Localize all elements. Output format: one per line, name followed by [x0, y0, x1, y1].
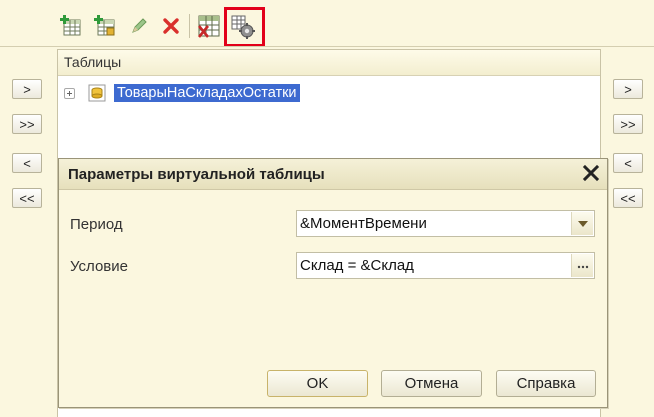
add-table-icon: [60, 15, 81, 36]
left-move-all-left-button[interactable]: <<: [12, 188, 42, 208]
cancel-button[interactable]: Отмена: [381, 370, 482, 397]
table-icon: [88, 84, 106, 102]
period-field[interactable]: &МоментВремени: [296, 210, 595, 237]
condition-field[interactable]: Склад = &Склад: [296, 252, 595, 279]
add-table-button[interactable]: [58, 12, 84, 40]
expand-plus-icon[interactable]: [64, 87, 75, 99]
right-move-left-button[interactable]: <: [613, 153, 643, 173]
right-move-right-button[interactable]: >: [613, 79, 643, 99]
help-button[interactable]: Справка: [496, 370, 596, 397]
ellipsis-icon: [577, 265, 588, 268]
condition-select-button[interactable]: [571, 254, 593, 277]
highlight-box: [224, 7, 265, 47]
replace-table-button[interactable]: [196, 12, 222, 40]
close-icon[interactable]: [581, 163, 601, 183]
tables-panel-header: Таблицы: [58, 50, 600, 76]
tree-item-label[interactable]: ТоварыНаСкладахОстатки: [114, 84, 300, 102]
add-nested-table-button[interactable]: [92, 12, 118, 40]
right-move-all-left-button[interactable]: <<: [613, 188, 643, 208]
delete-x-icon: [163, 18, 179, 34]
left-move-all-right-button[interactable]: >>: [12, 114, 42, 134]
toolbar-separator: [189, 14, 190, 38]
dialog-title-bar[interactable]: Параметры виртуальной таблицы: [59, 159, 607, 190]
right-move-all-right-button[interactable]: >>: [613, 114, 643, 134]
delete-button[interactable]: [158, 12, 184, 40]
left-move-left-button[interactable]: <: [12, 153, 42, 173]
ok-button[interactable]: OK: [267, 370, 368, 397]
period-value: &МоментВремени: [300, 215, 427, 232]
toolbar-divider: [0, 46, 654, 47]
period-dropdown-button[interactable]: [571, 212, 593, 235]
left-move-right-button[interactable]: >: [12, 79, 42, 99]
tree-row[interactable]: ТоварыНаСкладахОстатки: [64, 82, 300, 104]
add-nested-table-icon: [94, 15, 115, 36]
condition-value: Склад = &Склад: [300, 257, 414, 274]
edit-button[interactable]: [126, 12, 152, 40]
virtual-table-parameters-dialog: Параметры виртуальной таблицы Период &Мо…: [58, 158, 608, 408]
replace-table-icon: [197, 15, 220, 38]
condition-label: Условие: [70, 258, 128, 275]
period-label: Период: [70, 216, 123, 233]
dialog-title: Параметры виртуальной таблицы: [68, 166, 325, 183]
edit-pencil-icon: [132, 18, 147, 33]
chevron-down-icon: [577, 220, 588, 227]
